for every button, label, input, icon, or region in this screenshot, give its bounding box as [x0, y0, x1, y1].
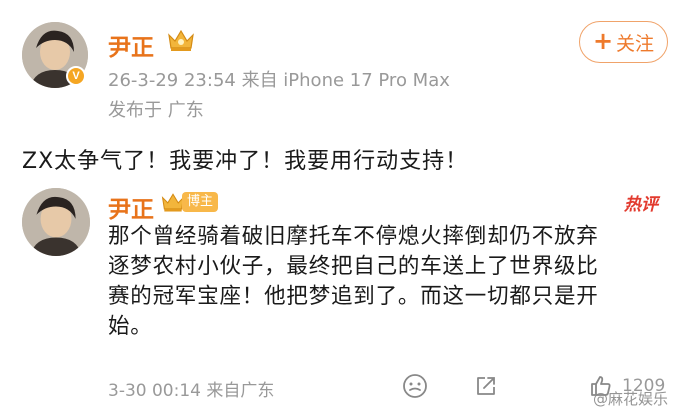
- post-timestamp: 26-3-29 23:54 来自 iPhone 17 Pro Max: [108, 70, 450, 91]
- post-location: 发布于 广东: [108, 100, 204, 121]
- watermark: @麻花娱乐: [593, 390, 669, 408]
- post-body: ZX太争气了！我要冲了！我要用行动支持！: [22, 149, 469, 174]
- reply-line: 始。: [108, 314, 153, 339]
- reply-timestamp: 3-30 00:14 来自广东: [108, 381, 275, 401]
- emoji-icon[interactable]: [402, 373, 428, 399]
- reply-author-avatar[interactable]: [22, 188, 90, 256]
- reply-line: 那个曾经骑着破旧摩托车不停熄火摔倒却仍不放弃: [108, 224, 599, 249]
- author-name[interactable]: 尹正: [108, 28, 154, 62]
- plus-icon: +: [592, 27, 614, 55]
- follow-button[interactable]: + 关注: [579, 21, 668, 63]
- reply-author-name[interactable]: 尹正: [108, 190, 154, 224]
- blogger-tag: 博主: [182, 192, 219, 212]
- reply-line: 赛的冠军宝座！他把梦追到了。而这一切都只是开: [108, 284, 599, 309]
- avatar-image: [22, 188, 90, 256]
- crown-badge-icon: [168, 29, 194, 51]
- reply-body: 那个曾经骑着破旧摩托车不停熄火摔倒却仍不放弃 逐梦农村小伙子，最终把自己的车送上…: [108, 222, 668, 342]
- hot-comment-tag: 热评: [624, 195, 658, 215]
- reply-line: 逐梦农村小伙子，最终把自己的车送上了世界级比: [108, 254, 599, 279]
- verified-badge-icon: V: [66, 66, 86, 86]
- reply-badges: 博主: [160, 190, 219, 214]
- follow-label: 关注: [616, 32, 655, 55]
- share-icon[interactable]: [473, 373, 499, 399]
